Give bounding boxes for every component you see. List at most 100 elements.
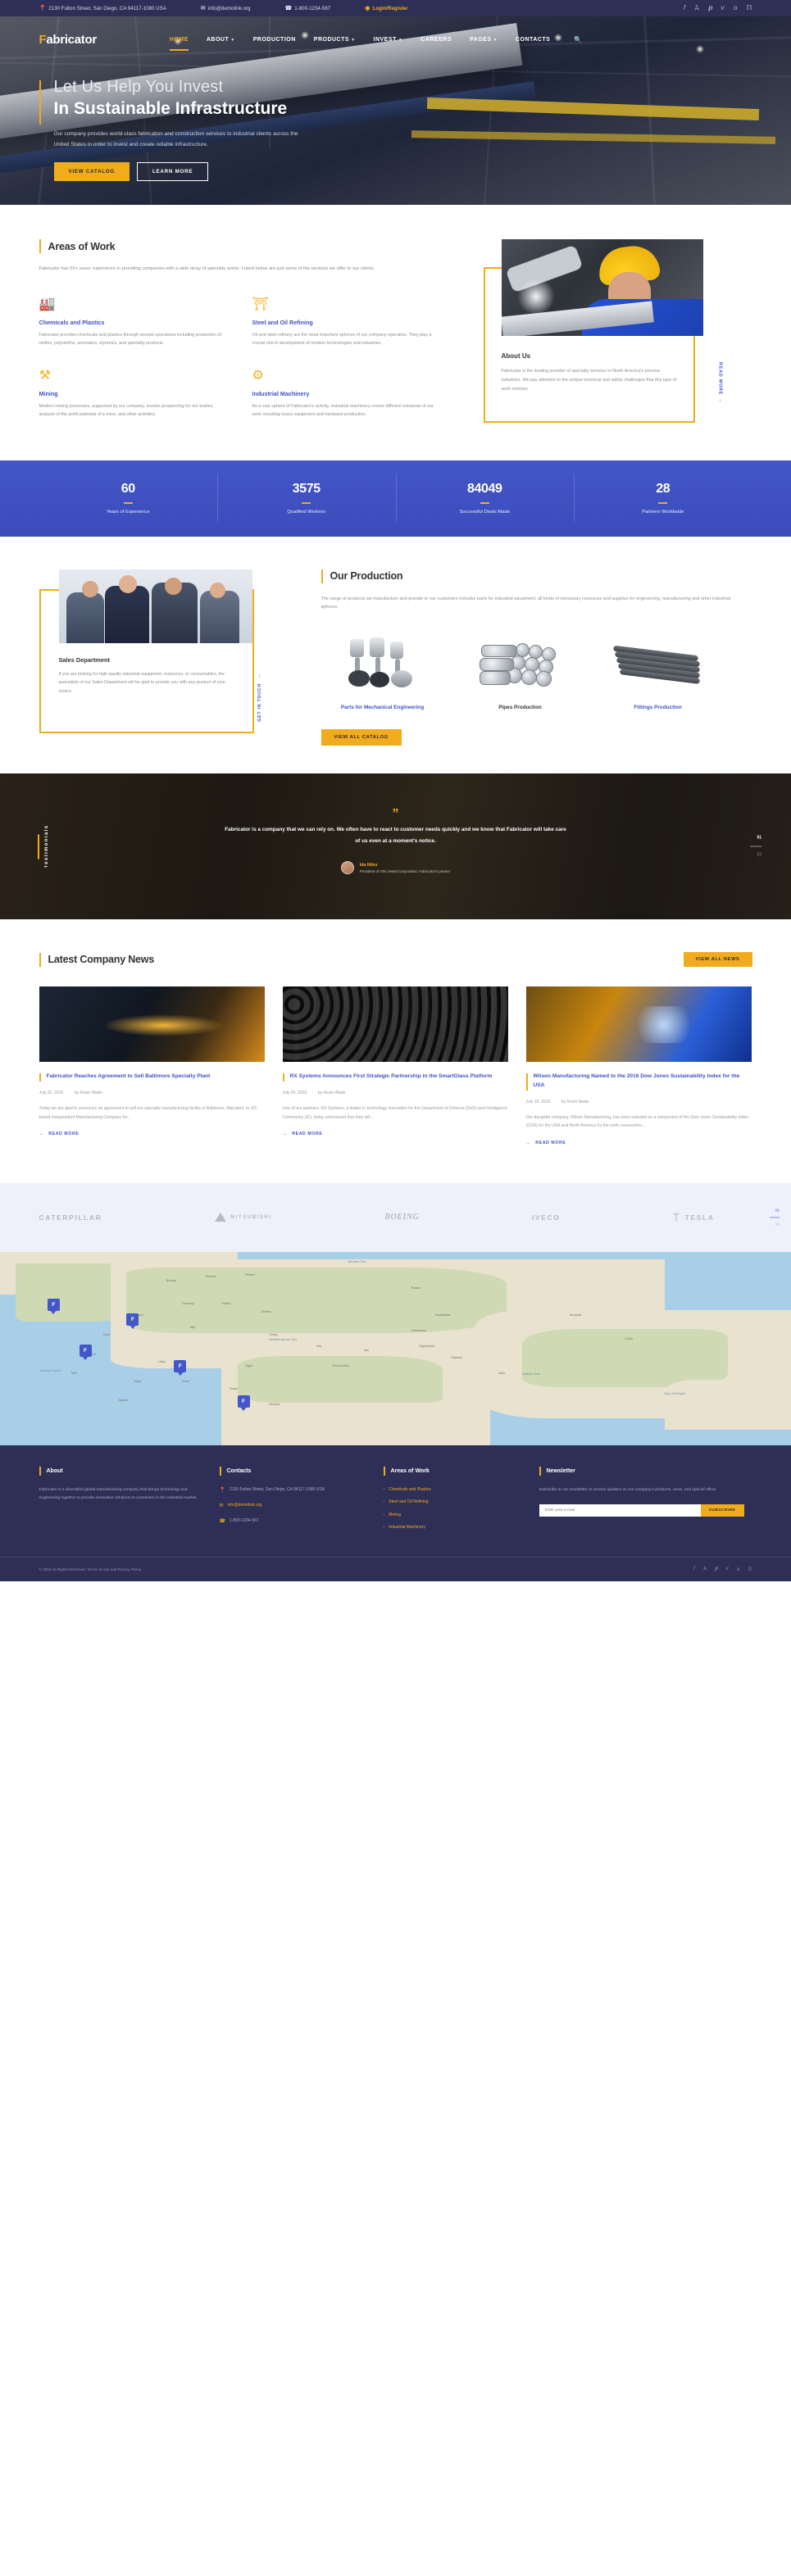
twitter-icon[interactable]: 𝙰 <box>703 1567 707 1572</box>
testimonials-side-label: Testimonials <box>38 825 49 868</box>
news-read-more-link[interactable]: → READ MORE <box>526 1141 752 1145</box>
footer-link-mining[interactable]: › Mining <box>384 1512 521 1519</box>
news-author: by Kevin Wade <box>561 1099 589 1104</box>
facebook-icon[interactable]: 𝑓 <box>684 4 686 12</box>
vimeo-icon[interactable]: 𝑣 <box>726 1567 729 1572</box>
pinterest-icon[interactable]: 𝒑 <box>708 4 712 12</box>
site-logo[interactable]: Fabricator <box>39 33 98 47</box>
nav-item-invest[interactable]: INVEST ▼ <box>365 34 412 46</box>
rss-icon[interactable]: ℿ <box>747 4 752 12</box>
production-item-label[interactable]: Parts for Mechanical Engineering <box>321 704 444 712</box>
areas-left-column: Areas of Work Fabricator has 50+ years' … <box>39 239 466 438</box>
pinterest-icon[interactable]: 𝒑 <box>715 1567 718 1572</box>
learn-more-button[interactable]: LEARN MORE <box>136 162 209 182</box>
footer-phone-text: 1-800-1234-567 <box>229 1518 259 1524</box>
nav-item-contacts[interactable]: CONTACTS <box>507 34 559 46</box>
footer-phone[interactable]: ☎ 1-800-1234-567 <box>220 1517 366 1526</box>
hero-title-line2: In Sustainable Infrastructure <box>53 99 288 118</box>
production-item-fittings[interactable]: Fittings Production <box>597 633 720 712</box>
area-card-chemicals[interactable]: 🏭 Chemicals and Plastics Fabricator prov… <box>39 295 252 348</box>
news-thumbnail-steel-pipes[interactable] <box>282 986 508 1063</box>
news-title-link[interactable]: RX Systems Announces First Strategic Par… <box>290 1073 493 1082</box>
brand-iveco[interactable]: IVECO <box>532 1213 560 1222</box>
location-pin-icon: 📍 <box>219 1487 225 1493</box>
vimeo-icon[interactable]: 𝑣 <box>721 4 725 12</box>
stat-divider <box>302 502 311 505</box>
map-pin[interactable]: F <box>47 1298 60 1311</box>
news-card[interactable]: RX Systems Announces First Strategic Par… <box>282 986 508 1145</box>
map-pin[interactable]: F <box>79 1345 92 1358</box>
nav-item-production[interactable]: PRODUCTION <box>244 34 305 46</box>
production-item-pipes[interactable]: Pipes Production <box>459 633 582 712</box>
news-read-more-link[interactable]: → READ MORE <box>283 1132 508 1136</box>
area-title[interactable]: Mining <box>39 390 230 397</box>
view-catalog-button[interactable]: VIEW CATALOG <box>53 162 130 182</box>
footer-link-chemicals[interactable]: › Chemicals and Plastics <box>384 1486 521 1494</box>
google-plus-icon[interactable]: 𝗈 <box>734 4 738 12</box>
news-card[interactable]: Fabricator Reaches Agreement to Sell Bal… <box>39 986 265 1145</box>
topbar-login-register[interactable]: ◉ Login/Register <box>365 6 407 11</box>
news-card[interactable]: Wilson Manufacturing Named to the 2016 D… <box>525 986 752 1145</box>
hero-buttons: VIEW CATALOG LEARN MORE <box>53 162 752 182</box>
map-pin[interactable]: F <box>126 1313 139 1327</box>
nav-item-about[interactable]: ABOUT ▼ <box>198 34 244 46</box>
get-in-touch-link[interactable]: ↑ GET IN TOUCH <box>257 674 262 722</box>
footer-link-industrial-machinery[interactable]: › Industrial Machinery <box>384 1524 521 1531</box>
area-title[interactable]: Steel and Oil Refining <box>252 319 443 326</box>
news-title-link[interactable]: Wilson Manufacturing Named to the 2016 D… <box>534 1073 752 1090</box>
map-pin[interactable]: F <box>174 1360 187 1373</box>
topbar-phone[interactable]: ☎ 1-800-1234-567 <box>284 6 330 11</box>
nav-label: PRODUCTS <box>313 36 350 43</box>
brand-caterpillar[interactable]: CATERPILLAR <box>39 1213 102 1222</box>
twitter-icon[interactable]: 𝙰 <box>694 4 699 12</box>
title-accent-bar <box>39 952 41 967</box>
nav-item-home[interactable]: HOME <box>161 34 198 51</box>
facebook-icon[interactable]: 𝑓 <box>693 1567 695 1572</box>
brand-label: TESLA <box>684 1213 715 1222</box>
area-card-industrial-machinery[interactable]: ⚙ Industrial Machinery As a vast sphere … <box>252 366 466 420</box>
locations-map[interactable]: Atlantic Ocean Mediterranean Sea Arabian… <box>0 1251 791 1445</box>
view-all-catalog-button[interactable]: VIEW ALL CATALOG <box>320 729 402 746</box>
brand-mitsubishi[interactable]: MITSUBISHI <box>215 1213 272 1222</box>
news-read-more-link[interactable]: → READ MORE <box>39 1132 265 1136</box>
news-title-link[interactable]: Fabricator Reaches Agreement to Sell Bal… <box>47 1073 211 1082</box>
nav-item-pages[interactable]: PAGES ▼ <box>461 34 507 46</box>
brand-tesla[interactable]: T TESLA <box>673 1211 714 1223</box>
production-item-label[interactable]: Fittings Production <box>597 704 720 712</box>
production-item-parts[interactable]: Parts for Mechanical Engineering <box>321 633 444 712</box>
area-title[interactable]: Chemicals and Plastics <box>39 319 230 326</box>
about-read-more-link[interactable]: READ MORE ↑ <box>718 362 723 404</box>
nav-item-products[interactable]: PRODUCTS ▼ <box>305 34 365 46</box>
subscribe-button[interactable]: SUBSCRIBE <box>700 1504 744 1517</box>
area-card-steel-oil[interactable]: ⛩ Steel and Oil Refining Oil and steel r… <box>252 295 466 348</box>
view-all-news-button[interactable]: VIEW ALL NEWS <box>683 952 752 968</box>
page-title: Our Production <box>330 570 403 583</box>
production-item-label[interactable]: Pipes Production <box>459 704 582 712</box>
footer-link-label: Mining <box>389 1512 401 1517</box>
testimonial-slider-counter[interactable]: 01 03 <box>750 833 761 860</box>
news-date: July 18, 2016 <box>525 1099 551 1104</box>
topbar-email[interactable]: ✉ info@demolink.org <box>201 6 251 11</box>
topbar-address-text: 2130 Fulton Street, San Diego, CA 94117-… <box>48 5 166 11</box>
nav-item-careers[interactable]: CAREERS <box>411 34 461 46</box>
footer-heading: Areas of Work <box>390 1467 430 1474</box>
search-icon[interactable]: 🔍 <box>574 36 582 43</box>
footer-address-text: 2130 Fulton Street, San Diego, CA 94117-… <box>229 1486 325 1492</box>
page-title: Areas of Work <box>48 240 116 252</box>
rss-icon[interactable]: ℿ <box>748 1567 752 1572</box>
stat-number: 3575 <box>292 482 320 497</box>
brand-boeing[interactable]: BOEING <box>384 1213 419 1222</box>
brands-slider-counter[interactable]: 01 02 <box>770 1206 780 1228</box>
footer-link-label: Steel and Oil Refining <box>389 1499 429 1505</box>
google-plus-icon[interactable]: 𝗈 <box>737 1567 740 1572</box>
news-thumbnail-welder-at-work[interactable] <box>525 986 752 1063</box>
footer-link-steel-oil[interactable]: › Steel and Oil Refining <box>384 1499 521 1506</box>
newsletter-email-input[interactable] <box>539 1504 701 1517</box>
footer-email[interactable]: ✉ info@demolink.org <box>220 1502 366 1510</box>
primary-menu: HOME ABOUT ▼ PRODUCTION PRODUCTS ▼ INVEST ▼… <box>161 34 559 51</box>
news-thumbnail-welding-sparks[interactable] <box>39 986 265 1063</box>
map-pin[interactable]: F <box>237 1395 250 1408</box>
stat-qualified-workers: 3575 Qualified Workers <box>217 474 396 524</box>
area-card-mining[interactable]: ⚒ Mining Modern mining processes, suppor… <box>39 366 252 420</box>
area-title[interactable]: Industrial Machinery <box>252 390 443 397</box>
